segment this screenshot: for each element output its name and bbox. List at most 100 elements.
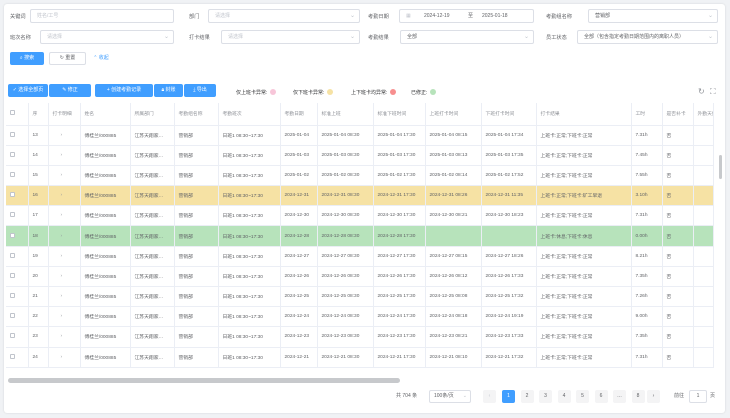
expand-icon[interactable]: › bbox=[48, 145, 81, 166]
checkbox[interactable] bbox=[10, 293, 15, 299]
table-cell-out: 2024-12-25 17:32 bbox=[481, 286, 537, 308]
chevron-right-icon: › bbox=[652, 393, 655, 399]
table-row[interactable]: 17 › 傅桂兰/000885 江苏天翔家… 营销部 日班1 08:30~17:30 202… bbox=[6, 205, 714, 227]
table-cell-date: 2024-12-26 bbox=[280, 266, 318, 288]
checkbox[interactable] bbox=[10, 131, 15, 137]
row-checkbox-cell[interactable] bbox=[6, 205, 29, 227]
group-select[interactable]: 营销部 ⌄ bbox=[588, 9, 718, 23]
page-ellipsis[interactable]: … bbox=[613, 390, 626, 403]
keyword-label: 关键词 bbox=[10, 14, 26, 20]
checkbox[interactable] bbox=[10, 353, 15, 359]
fix-button[interactable]: ✎ 修正 bbox=[49, 84, 91, 97]
checkbox[interactable] bbox=[10, 252, 15, 258]
field-days-cell bbox=[693, 246, 714, 267]
field-days-cell bbox=[693, 185, 714, 207]
expand-icon[interactable]: › bbox=[48, 225, 81, 247]
expand-icon[interactable]: › bbox=[48, 246, 81, 267]
status-select[interactable]: 全部（包含指定考勤日期范围内的离职人员） ⌄ bbox=[577, 30, 718, 44]
status-value: 全部（包含指定考勤日期范围内的离职人员） bbox=[584, 34, 685, 40]
checkbox[interactable] bbox=[10, 333, 15, 339]
expand-icon[interactable]: › bbox=[48, 266, 81, 288]
expand-icon[interactable]: › bbox=[48, 306, 81, 328]
checkbox[interactable] bbox=[10, 272, 15, 278]
punch-select[interactable]: 请选择 ⌄ bbox=[221, 30, 360, 44]
table-row[interactable]: 20 › 傅桂兰/000885 江苏天翔家… 营销部 日班1 08:30~17:30 202… bbox=[6, 266, 714, 288]
expand-icon[interactable]: › bbox=[48, 125, 81, 146]
row-checkbox-cell[interactable] bbox=[6, 347, 29, 368]
table-cell-dept: 江苏天翔家… bbox=[130, 306, 175, 328]
row-checkbox-cell[interactable] bbox=[6, 326, 29, 348]
expand-icon[interactable]: › bbox=[48, 347, 81, 368]
prev-page-button[interactable]: ‹ bbox=[483, 390, 496, 403]
row-checkbox-cell[interactable] bbox=[6, 145, 29, 166]
row-checkbox-cell[interactable] bbox=[6, 125, 29, 146]
expand-icon[interactable]: › bbox=[48, 165, 81, 187]
row-checkbox-cell[interactable] bbox=[6, 165, 29, 187]
table-cell-group: 营销部 bbox=[174, 125, 219, 146]
expand-icon[interactable]: › bbox=[48, 205, 81, 227]
page-size-select[interactable]: 100条/页 ⌄ bbox=[429, 390, 471, 403]
page-button[interactable]: 1 bbox=[502, 390, 515, 403]
vertical-scrollbar[interactable] bbox=[719, 155, 722, 179]
table-row[interactable]: 18 › 傅桂兰/000885 江苏天翔家… 营销部 日班1 08:30~17:30 202… bbox=[6, 225, 714, 247]
header-checkbox[interactable] bbox=[6, 103, 29, 126]
result-select[interactable]: 全部 ⌄ bbox=[400, 30, 534, 44]
table-row[interactable]: 24 › 傅桂兰/000885 江苏天翔家… 营销部 日班1 08:30~17:30 202… bbox=[6, 347, 714, 368]
table-row[interactable]: 13 › 傅桂兰/000885 江苏天翔家… 营销部 日班1 08:30~17:30 202… bbox=[6, 125, 714, 146]
page-button[interactable]: 6 bbox=[594, 390, 608, 403]
dept-select[interactable]: 请选择 ⌄ bbox=[208, 9, 360, 23]
table-row[interactable]: 14 › 傅桂兰/000885 江苏天翔家… 营销部 日班1 08:30~17:30 202… bbox=[6, 145, 714, 166]
checkbox[interactable] bbox=[10, 313, 15, 319]
page-button[interactable]: 2 bbox=[520, 390, 534, 403]
page-button[interactable]: 5 bbox=[576, 390, 589, 403]
date-range-picker[interactable]: ▦ 2024-12-19 至 2025-01-18 bbox=[399, 9, 534, 23]
table-cell-out: 2024-12-27 18:26 bbox=[481, 246, 537, 267]
table-cell-name: 傅桂兰/000885 bbox=[80, 347, 131, 368]
horizontal-scrollbar[interactable] bbox=[8, 378, 400, 383]
table-row[interactable]: 21 › 傅桂兰/000885 江苏天翔家… 营销部 日班1 08:30~17:30 202… bbox=[6, 286, 714, 308]
table-cell-name: 傅桂兰/000885 bbox=[80, 145, 131, 166]
page-button[interactable]: 3 bbox=[539, 390, 552, 403]
page-button[interactable]: 4 bbox=[557, 390, 571, 403]
checkbox[interactable] bbox=[10, 232, 15, 238]
checkbox[interactable] bbox=[10, 151, 15, 157]
table-row[interactable]: 22 › 傅桂兰/000885 江苏天翔家… 营销部 日班1 08:30~17:30 202… bbox=[6, 306, 714, 328]
field-days-cell bbox=[693, 306, 714, 328]
table-row[interactable]: 15 › 傅桂兰/000885 江苏天翔家… 营销部 日班1 08:30~17:30 202… bbox=[6, 165, 714, 187]
expand-icon[interactable]: › bbox=[48, 286, 81, 308]
checkbox[interactable] bbox=[10, 212, 15, 218]
column-header: 上班打卡时间 bbox=[425, 103, 482, 126]
fullscreen-icon[interactable]: ⛶ bbox=[710, 87, 716, 97]
row-checkbox-cell[interactable] bbox=[6, 266, 29, 288]
keyword-input[interactable]: 姓名/工号 bbox=[30, 9, 174, 23]
expand-icon[interactable]: › bbox=[48, 326, 81, 348]
search-button[interactable]: ⌕ 搜索 bbox=[10, 52, 44, 65]
row-checkbox-cell[interactable] bbox=[6, 185, 29, 207]
table-cell-date: 2025-01-04 bbox=[280, 125, 318, 146]
collapse-button[interactable]: ⌃ 收起 bbox=[89, 52, 113, 65]
table-row[interactable]: 16 › 傅桂兰/000885 江苏天翔家… 营销部 日班1 08:30~17:30 202… bbox=[6, 185, 714, 207]
row-checkbox-cell[interactable] bbox=[6, 225, 29, 247]
checkbox[interactable] bbox=[10, 171, 15, 177]
expand-icon[interactable]: › bbox=[48, 185, 81, 207]
checkbox[interactable] bbox=[10, 192, 15, 198]
date-label: 考勤日期 bbox=[368, 14, 389, 20]
status-label: 员工状态 bbox=[546, 35, 567, 41]
export-button[interactable]: ⤓ 导出 bbox=[184, 84, 216, 97]
checkbox[interactable] bbox=[10, 110, 15, 116]
create-record-button[interactable]: + 创建考勤记录 bbox=[95, 84, 153, 97]
reset-button[interactable]: ↻ 重置 bbox=[49, 52, 86, 65]
select-all-button[interactable]: ✓ 选择全部页 bbox=[8, 84, 48, 97]
table-row[interactable]: 23 › 傅桂兰/000885 江苏天翔家… 营销部 日班1 08:30~17:30 202… bbox=[6, 326, 714, 348]
next-page-button[interactable]: › bbox=[647, 390, 660, 403]
table-row[interactable]: 19 › 傅桂兰/000885 江苏天翔家… 营销部 日班1 08:30~17:30 202… bbox=[6, 246, 714, 267]
row-checkbox-cell[interactable] bbox=[6, 306, 29, 328]
row-checkbox-cell[interactable] bbox=[6, 286, 29, 308]
table-cell-shift: 日班1 08:30~17:30 bbox=[218, 125, 281, 146]
shift-select[interactable]: 请选择 ⌄ bbox=[40, 30, 174, 44]
refresh-icon[interactable]: ↻ bbox=[698, 87, 705, 96]
page-button[interactable]: 8 bbox=[631, 390, 645, 403]
lock-button[interactable]: 🔒︎ 封账 bbox=[154, 84, 183, 97]
goto-input[interactable]: 1 bbox=[689, 390, 707, 403]
row-checkbox-cell[interactable] bbox=[6, 246, 29, 267]
